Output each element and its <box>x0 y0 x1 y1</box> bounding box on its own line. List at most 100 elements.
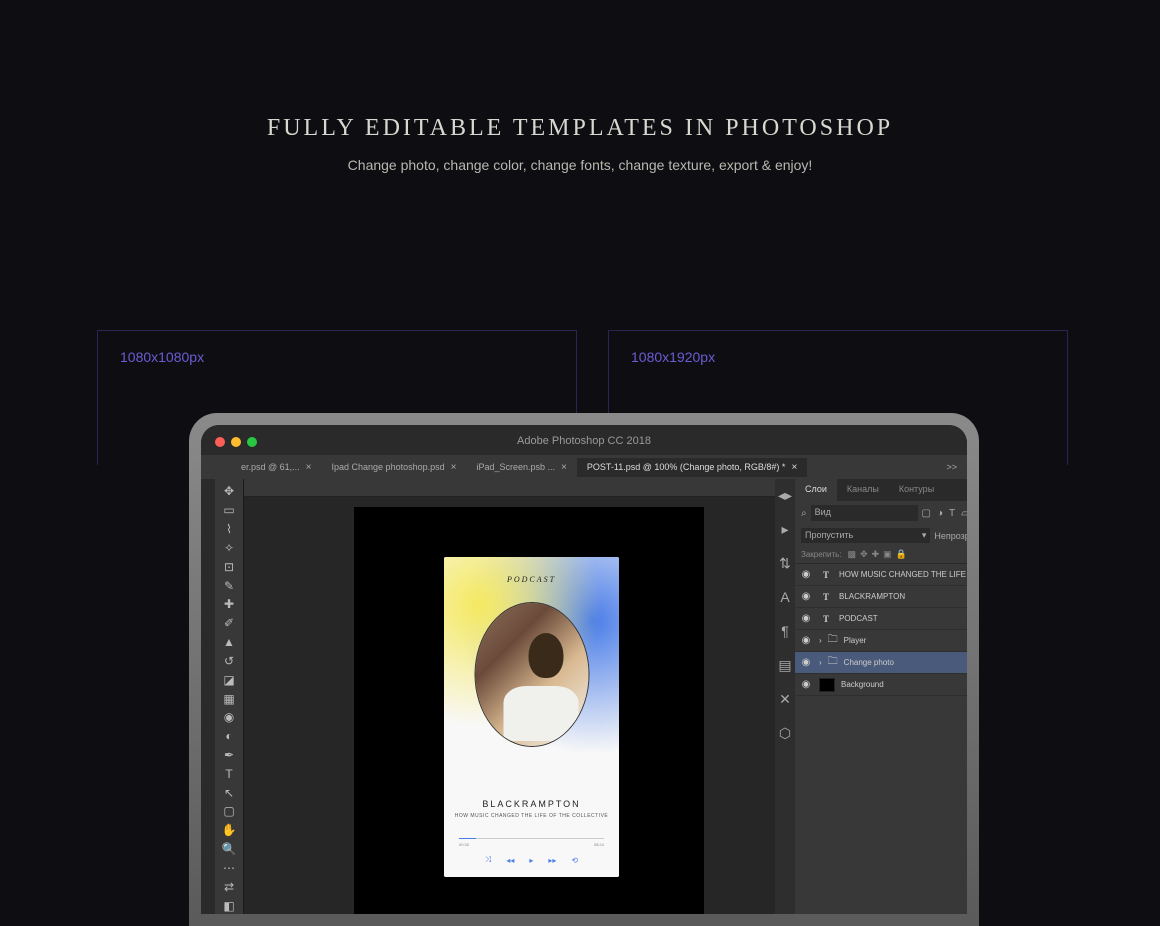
search-icon[interactable]: ⌕ <box>801 508 807 519</box>
filter-icons: ▢ ◑ T ▱ ▣ <box>922 508 967 519</box>
visibility-icon[interactable]: ◉ <box>799 591 813 602</box>
panel-tabs: Слои Каналы Контуры <box>795 479 967 501</box>
layer-row-selected[interactable]: ◉ › 🗀 Change photo <box>795 652 967 674</box>
panel-filter-row: ⌕ Вид ▢ ◑ T ▱ ▣ <box>795 501 967 525</box>
eraser-tool-icon[interactable]: ◪ <box>218 671 240 688</box>
lock-row: Закрепить: ▩ ✥ ✚ ▣ 🔒 Зал <box>795 546 967 564</box>
maximize-window-icon[interactable] <box>247 437 257 447</box>
blend-mode-row: Пропустить▾ Непрозрачн <box>795 525 967 546</box>
gradient-tool-icon[interactable]: ▦ <box>218 690 240 707</box>
library-panel-icon[interactable]: ▤ <box>775 655 795 675</box>
filter-shape-icon[interactable]: ▱ <box>961 508 967 519</box>
expand-arrow-icon[interactable]: › <box>819 636 822 645</box>
pen-tool-icon[interactable]: ✒ <box>218 747 240 764</box>
layer-row[interactable]: ◉ T HOW MUSIC CHANGED THE LIFE OF T <box>795 564 967 586</box>
paths-tab[interactable]: Контуры <box>889 479 944 501</box>
tools-panel-icon[interactable]: ✕ <box>775 689 795 709</box>
app-title-bar: Adobe Photoshop CC 2018 <box>201 425 967 455</box>
color-swap-icon[interactable]: ⇄ <box>218 878 240 895</box>
layer-row[interactable]: ◉ Background <box>795 674 967 696</box>
layer-name: BLACKRAMPTON <box>839 592 967 601</box>
type-layer-icon: T <box>819 570 833 580</box>
lock-all-icon[interactable]: ✚ <box>872 549 880 560</box>
expand-panel-icon[interactable]: ◂▸ <box>775 485 795 505</box>
document-tab-active[interactable]: POST-11.psd @ 100% (Change photo, RGB/8#… <box>577 458 807 477</box>
player-progress-bar <box>459 838 604 839</box>
layer-row[interactable]: ◉ › 🗀 Player <box>795 630 967 652</box>
document-canvas[interactable]: PODCAST BLACKRAMPTON HOW MUSIC CHANGED T… <box>354 507 704 914</box>
foreground-color-icon[interactable]: ◧ <box>218 897 240 914</box>
left-edge-rail <box>201 479 215 914</box>
close-tab-icon[interactable]: × <box>306 462 312 473</box>
layer-row[interactable]: ◉ T BLACKRAMPTON <box>795 586 967 608</box>
design-artboard: PODCAST BLACKRAMPTON HOW MUSIC CHANGED T… <box>444 557 619 877</box>
document-tab[interactable]: Ipad Change photoshop.psd× <box>322 458 467 477</box>
document-tab[interactable]: er.psd @ 61,...× <box>231 458 322 477</box>
history-brush-tool-icon[interactable]: ↺ <box>218 652 240 669</box>
ruler-horizontal <box>244 479 775 497</box>
lock-icon[interactable]: 🔒 <box>896 549 907 560</box>
app-title: Adobe Photoshop CC 2018 <box>517 435 651 447</box>
folder-icon: 🗀 <box>828 632 838 649</box>
healing-tool-icon[interactable]: ✚ <box>218 596 240 613</box>
zoom-tool-icon[interactable]: 🔍 <box>218 841 240 858</box>
paragraph-panel-icon[interactable]: ¶ <box>775 621 795 641</box>
shape-tool-icon[interactable]: ▢ <box>218 803 240 820</box>
dodge-tool-icon[interactable]: ◐ <box>218 728 240 745</box>
brush-tool-icon[interactable]: ✐ <box>218 615 240 632</box>
blur-tool-icon[interactable]: ◉ <box>218 709 240 726</box>
close-tab-icon[interactable]: × <box>451 462 457 473</box>
ipad-frame: Adobe Photoshop CC 2018 er.psd @ 61,...×… <box>189 413 979 926</box>
lock-position-icon[interactable]: ✥ <box>860 549 868 560</box>
hand-tool-icon[interactable]: ✋ <box>218 822 240 839</box>
sliders-panel-icon[interactable]: ⇅ <box>775 553 795 573</box>
lock-nested-icon[interactable]: ▣ <box>883 549 892 560</box>
layer-name: Background <box>841 680 967 689</box>
filter-pixel-icon[interactable]: ▢ <box>922 508 931 519</box>
lock-pixels-icon[interactable]: ▩ <box>848 549 857 560</box>
visibility-icon[interactable]: ◉ <box>799 569 813 580</box>
magic-wand-tool-icon[interactable]: ✧ <box>218 539 240 556</box>
document-tab[interactable]: iPad_Screen.psb ...× <box>466 458 576 477</box>
marquee-tool-icon[interactable]: ▭ <box>218 502 240 519</box>
play-icon: ▸ <box>529 856 533 865</box>
glyphs-panel-icon[interactable]: A <box>775 587 795 607</box>
prev-icon: ◂◂ <box>506 856 514 865</box>
visibility-icon[interactable]: ◉ <box>799 679 813 690</box>
layer-thumbnail <box>819 678 835 692</box>
minimize-window-icon[interactable] <box>231 437 241 447</box>
close-tab-icon[interactable]: × <box>561 462 567 473</box>
close-tab-icon[interactable]: × <box>791 462 797 473</box>
eyedropper-tool-icon[interactable]: ✎ <box>218 577 240 594</box>
filter-adjust-icon[interactable]: ◑ <box>937 508 943 519</box>
play-panel-icon[interactable]: ▸ <box>775 519 795 539</box>
blend-mode-dropdown[interactable]: Пропустить▾ <box>801 528 930 543</box>
visibility-icon[interactable]: ◉ <box>799 657 813 668</box>
type-tool-icon[interactable]: T <box>218 765 240 782</box>
player-controls: ⤨ ◂◂ ▸ ▸▸ ⟲ <box>459 855 604 865</box>
move-tool-icon[interactable]: ✥ <box>218 483 240 500</box>
close-window-icon[interactable] <box>215 437 225 447</box>
layer-name: Player <box>844 636 967 645</box>
visibility-icon[interactable]: ◉ <box>799 635 813 646</box>
more-tools-icon[interactable]: ⋯ <box>218 860 240 877</box>
layer-row[interactable]: ◉ T PODCAST <box>795 608 967 630</box>
filter-kind-dropdown[interactable]: Вид <box>811 505 918 521</box>
expand-arrow-icon[interactable]: › <box>819 658 822 667</box>
visibility-icon[interactable]: ◉ <box>799 613 813 624</box>
layers-tab[interactable]: Слои <box>795 479 837 501</box>
path-tool-icon[interactable]: ↖ <box>218 784 240 801</box>
channels-tab[interactable]: Каналы <box>837 479 889 501</box>
3d-panel-icon[interactable]: ⬡ <box>775 723 795 743</box>
repeat-icon: ⟲ <box>571 856 578 865</box>
next-icon: ▸▸ <box>548 856 556 865</box>
crop-tool-icon[interactable]: ⊡ <box>218 558 240 575</box>
tab-overflow-icon[interactable]: >> <box>946 462 967 472</box>
document-tabs: er.psd @ 61,...× Ipad Change photoshop.p… <box>201 455 967 479</box>
lasso-tool-icon[interactable]: ⌇ <box>218 521 240 538</box>
design-player: 00:3008:24 ⤨ ◂◂ ▸ ▸▸ ⟲ <box>459 838 604 865</box>
filter-type-icon[interactable]: T <box>949 508 955 519</box>
right-icon-rail: ◂▸ ▸ ⇅ A ¶ ▤ ✕ ⬡ <box>775 479 795 914</box>
stamp-tool-icon[interactable]: ▲ <box>218 634 240 651</box>
workspace: ✥ ▭ ⌇ ✧ ⊡ ✎ ✚ ✐ ▲ ↺ ◪ ▦ ◉ ◐ ✒ T ↖ ▢ ✋ 🔍 <box>201 479 967 914</box>
